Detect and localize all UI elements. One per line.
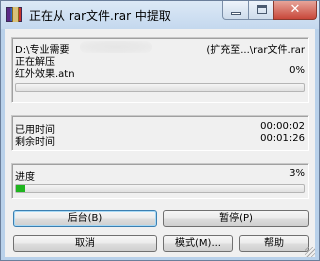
remaining-time-value: 00:01:26 (260, 133, 305, 144)
file-progress-bar (15, 83, 305, 92)
overall-progress-percent: 3% (289, 168, 305, 179)
mode-button[interactable]: 模式(M)... (163, 235, 233, 252)
close-icon: ✕ (289, 2, 301, 17)
background-button[interactable]: 后台(B) (13, 210, 157, 227)
time-panel: 已用时间 00:00:02 剩余时间 00:01:26 (11, 115, 309, 151)
minimize-icon (231, 12, 241, 15)
elapsed-time-value: 00:00:02 (260, 121, 305, 132)
overall-progress-fill (16, 185, 25, 192)
overall-progress-bar (15, 184, 305, 193)
extraction-window: 正在从 rar文件.rar 中提取 ✕ D:\专业需要 (扩充至...\rar文… (0, 0, 320, 261)
dialog-body: D:\专业需要 (扩充至...\rar文件.rar 正在解压 红外效果.atn … (5, 29, 315, 257)
maximize-icon (257, 5, 267, 14)
close-button[interactable]: ✕ (273, 1, 317, 20)
pause-button[interactable]: 暂停(P) (163, 210, 309, 227)
maximize-button[interactable] (248, 1, 274, 20)
title-bar[interactable]: 正在从 rar文件.rar 中提取 ✕ (1, 1, 319, 29)
overall-progress-panel: 进度 3% (11, 163, 309, 199)
cancel-button[interactable]: 取消 (13, 235, 157, 252)
window-title: 正在从 rar文件.rar 中提取 (29, 9, 171, 23)
winrar-app-icon (6, 7, 22, 22)
remaining-time-label: 剩余时间 (15, 137, 55, 148)
redacted-path-segment (80, 41, 152, 53)
extract-info-panel: D:\专业需要 (扩充至...\rar文件.rar 正在解压 红外效果.atn … (11, 37, 309, 103)
archive-path-suffix: (扩充至...\rar文件.rar (206, 45, 305, 56)
help-button[interactable]: 帮助 (239, 235, 309, 252)
minimize-button[interactable] (222, 1, 249, 20)
file-progress-percent: 0% (289, 65, 305, 76)
current-file-name: 红外效果.atn (15, 69, 75, 80)
overall-progress-label: 进度 (15, 172, 35, 183)
resize-grip[interactable] (305, 247, 315, 257)
